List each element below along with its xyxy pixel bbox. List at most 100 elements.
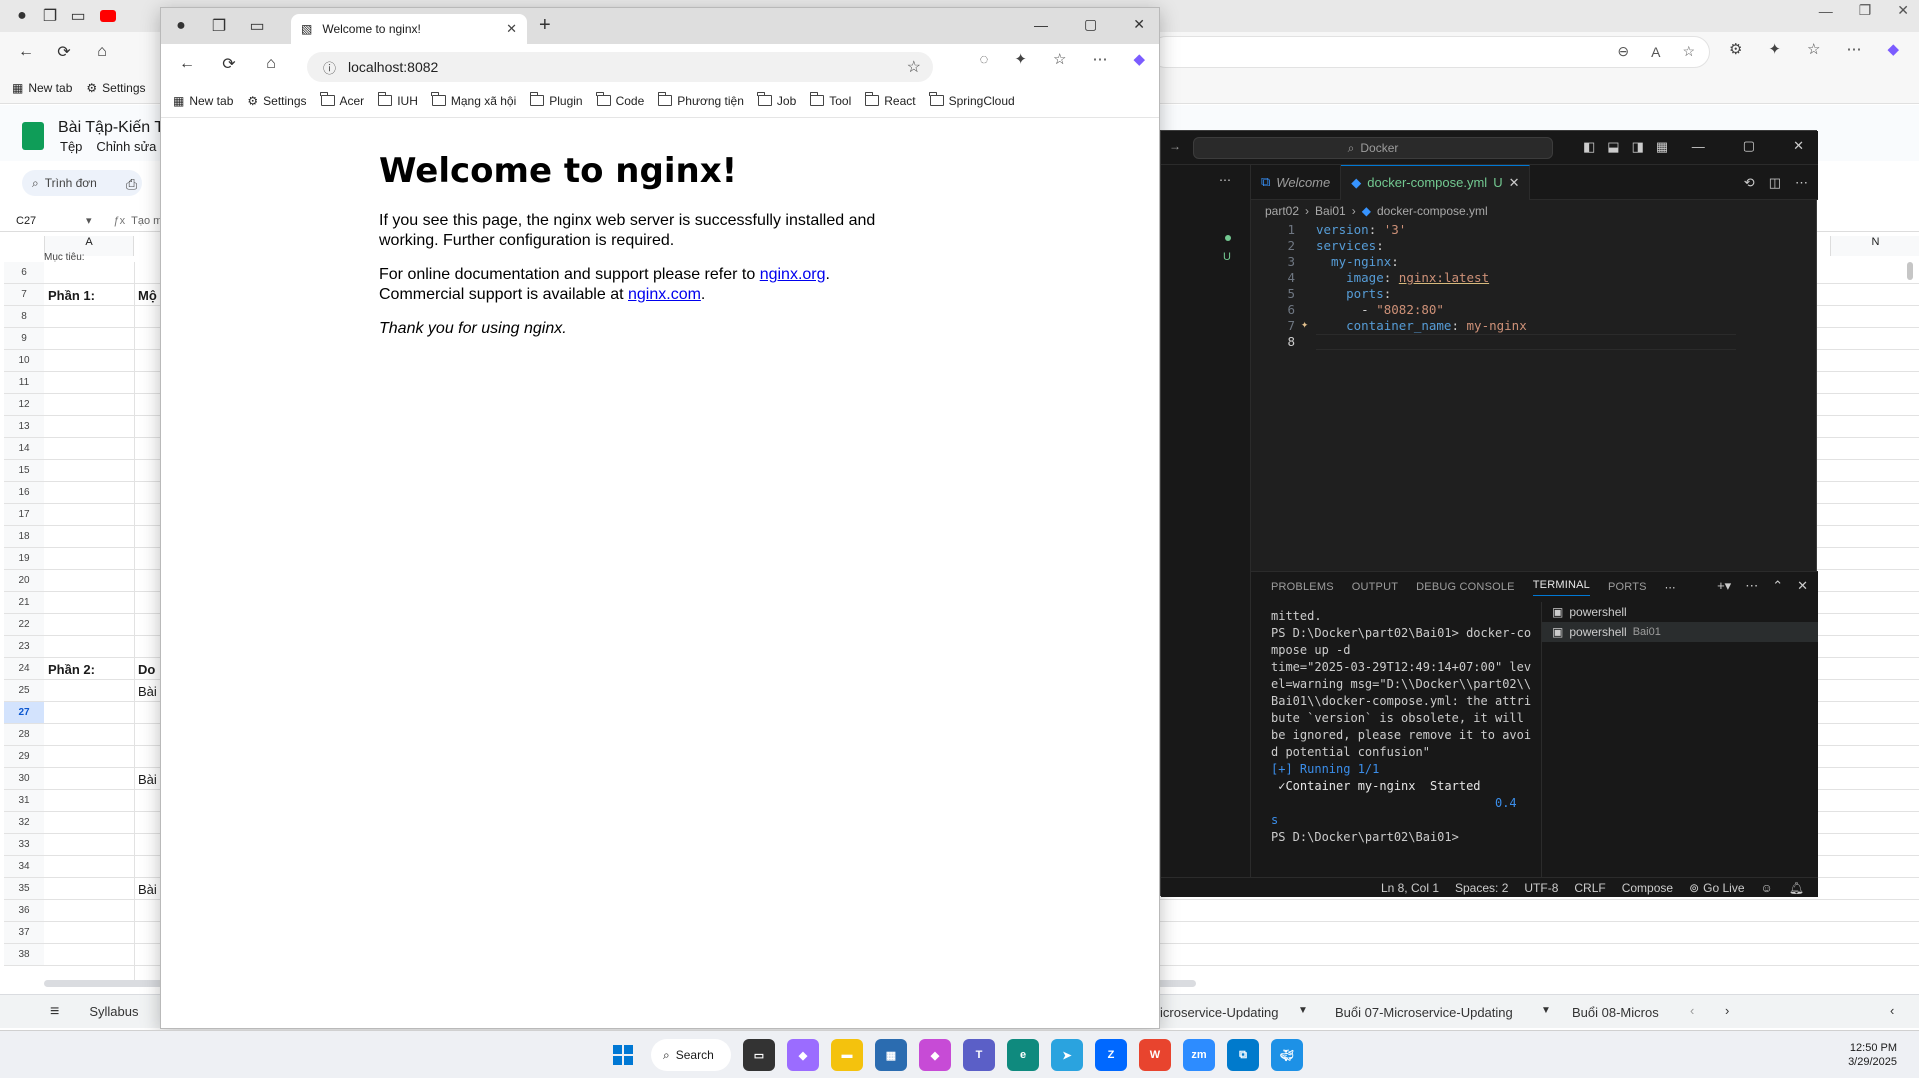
more-actions-icon[interactable]: ⋯ xyxy=(1665,581,1676,594)
restore-icon[interactable]: ❐ xyxy=(1859,2,1872,19)
copilot-status-icon[interactable]: ☺ xyxy=(1761,881,1773,895)
close-panel-icon[interactable]: ✕ xyxy=(1797,578,1808,594)
row-number[interactable]: 9 xyxy=(4,328,44,350)
minimize-icon[interactable]: — xyxy=(1034,17,1048,33)
sheet-tab-syllabus[interactable]: Syllabus xyxy=(89,1004,138,1019)
customize-layout-icon[interactable]: ▦ xyxy=(1656,139,1668,155)
puzzle-icon[interactable]: ✦ xyxy=(1768,40,1781,58)
forward-icon[interactable]: → xyxy=(1169,139,1181,153)
wps-icon[interactable]: W xyxy=(1139,1039,1171,1071)
minimize-icon[interactable]: — xyxy=(1692,139,1705,154)
fav-folder-react[interactable]: React xyxy=(864,92,916,108)
youtube-icon[interactable] xyxy=(100,10,116,22)
chevron-down-icon[interactable]: ▼ xyxy=(1298,1005,1308,1016)
info-icon[interactable]: ⓘ xyxy=(323,58,336,77)
new-terminal-icon[interactable]: +▾ xyxy=(1717,578,1731,594)
row-number[interactable]: 19 xyxy=(4,548,44,570)
background-address-bar[interactable]: ⊖ A ☆ xyxy=(1150,36,1710,68)
close-window-icon[interactable]: ✕ xyxy=(1793,138,1804,154)
collapse-icon[interactable]: ‹ xyxy=(1890,1003,1894,1018)
notifications-icon[interactable]: 🔔︎ xyxy=(1789,881,1804,895)
cell-reference[interactable]: C27 xyxy=(16,215,86,227)
sheets-logo-icon[interactable] xyxy=(22,122,44,150)
fav-folder-social[interactable]: Mạng xã hội xyxy=(431,92,516,108)
refresh-icon[interactable]: ⟳ xyxy=(50,38,78,66)
row-number[interactable]: 36 xyxy=(4,900,44,922)
row-number[interactable]: 23 xyxy=(4,636,44,658)
copilot-icon[interactable]: ◆ xyxy=(1133,50,1145,68)
zoom-icon[interactable]: zm xyxy=(1183,1039,1215,1071)
close-tab-icon[interactable]: ✕ xyxy=(1509,175,1520,191)
row-number[interactable]: 34 xyxy=(4,856,44,878)
tab-actions-icon[interactable]: ▭ xyxy=(64,2,92,30)
row-number[interactable]: 18 xyxy=(4,526,44,548)
row-number[interactable]: 20 xyxy=(4,570,44,592)
home-icon[interactable]: ⌂ xyxy=(88,38,116,66)
cell-b[interactable]: Do xyxy=(138,662,155,677)
favorite-star-icon[interactable]: ☆ xyxy=(907,57,921,77)
cell-b[interactable]: Mộ xyxy=(138,288,157,303)
home-icon[interactable]: ⌂ xyxy=(257,50,285,78)
tab-docker-compose[interactable]: ◆ docker-compose.yml U ✕ xyxy=(1341,164,1531,200)
tab-nginx[interactable]: ▧ Welcome to nginx! ✕ xyxy=(291,14,527,44)
row-number[interactable]: 30 xyxy=(4,768,44,790)
fav-folder-code[interactable]: Code xyxy=(596,92,644,108)
row-number[interactable]: 7 xyxy=(4,284,44,306)
row-number[interactable]: 28 xyxy=(4,724,44,746)
terminal-item[interactable]: ▣ powershell xyxy=(1542,602,1818,622)
tracking-icon[interactable]: ◌ xyxy=(980,51,989,68)
tab-debug-console[interactable]: DEBUG CONSOLE xyxy=(1416,581,1515,593)
close-window-icon[interactable]: ✕ xyxy=(1133,16,1145,33)
read-aloud-icon[interactable]: A xyxy=(1651,44,1660,60)
more-icon[interactable]: ⋯ xyxy=(1092,50,1107,68)
tab-output[interactable]: OUTPUT xyxy=(1352,581,1398,593)
task-view-icon[interactable]: ▭ xyxy=(743,1039,775,1071)
nginx-com-link[interactable]: nginx.com xyxy=(628,286,701,303)
address-bar[interactable]: ⓘ localhost:8082 ☆ xyxy=(307,52,933,82)
refresh-icon[interactable]: ⟳ xyxy=(215,50,243,78)
row-number[interactable]: 8 xyxy=(4,306,44,328)
fav-new-tab[interactable]: ▦ New tab xyxy=(173,94,233,108)
copilot-icon[interactable]: ◆ xyxy=(919,1039,951,1071)
new-tab-icon[interactable]: + xyxy=(539,14,551,37)
go-live-button[interactable]: ⊚ Go Live xyxy=(1689,881,1744,895)
print-icon[interactable]: ⎙ xyxy=(126,176,137,193)
sheet-tab-microservice-updating[interactable]: icroservice-Updating xyxy=(1160,1005,1279,1020)
row-number[interactable]: 11 xyxy=(4,372,44,394)
maximize-icon[interactable]: ▢ xyxy=(1084,16,1097,33)
sheet-title[interactable]: Bài Tập-Kiến T xyxy=(58,119,164,137)
address-text[interactable]: localhost:8082 xyxy=(348,59,438,75)
row-number[interactable]: 14 xyxy=(4,438,44,460)
favorite-star-icon[interactable]: ☆ xyxy=(1682,43,1695,60)
row-number[interactable]: 6 xyxy=(4,262,44,284)
row-number[interactable]: 16 xyxy=(4,482,44,504)
more-actions-icon[interactable]: ⋯ xyxy=(1745,578,1758,594)
row-number[interactable]: 22 xyxy=(4,614,44,636)
sheet-tab-buoi-08[interactable]: Buổi 08-Micros xyxy=(1572,1005,1659,1020)
file-explorer-icon[interactable]: ▬ xyxy=(831,1039,863,1071)
column-header-n[interactable]: N xyxy=(1830,236,1919,256)
terminal-output[interactable]: mitted. PS D:\Docker\part02\Bai01> docker… xyxy=(1251,608,1541,878)
back-icon[interactable]: ← xyxy=(173,50,201,78)
fav-folder-tool[interactable]: Tool xyxy=(809,92,851,108)
tab-welcome[interactable]: ⧉ Welcome xyxy=(1251,164,1342,200)
cell-a[interactable]: Phần 1: xyxy=(48,288,95,303)
row-number[interactable]: 17 xyxy=(4,504,44,526)
teams-icon[interactable]: T xyxy=(963,1039,995,1071)
close-tab-icon[interactable]: ✕ xyxy=(506,21,517,37)
maximize-icon[interactable]: ▢ xyxy=(1743,138,1755,154)
store-icon[interactable]: ▦ xyxy=(875,1039,907,1071)
row-number[interactable]: 27 xyxy=(4,702,44,724)
row-number[interactable]: 12 xyxy=(4,394,44,416)
toggle-secondary-sidebar-icon[interactable]: ◨ xyxy=(1632,139,1644,155)
menu-edit[interactable]: Chỉnh sửa xyxy=(96,139,156,154)
vscode-icon[interactable]: ⧉ xyxy=(1227,1039,1259,1071)
row-number[interactable]: 24 xyxy=(4,658,44,680)
cell-b[interactable]: Bài xyxy=(138,772,157,787)
extension-icon[interactable]: ⚙ xyxy=(1729,40,1742,58)
scroll-right-icon[interactable]: › xyxy=(1725,1003,1729,1018)
docker-icon[interactable]: 🐳︎ xyxy=(1271,1039,1303,1071)
tab-terminal[interactable]: TERMINAL xyxy=(1532,579,1590,596)
indentation[interactable]: Spaces: 2 xyxy=(1455,881,1508,895)
row-number[interactable]: 15 xyxy=(4,460,44,482)
